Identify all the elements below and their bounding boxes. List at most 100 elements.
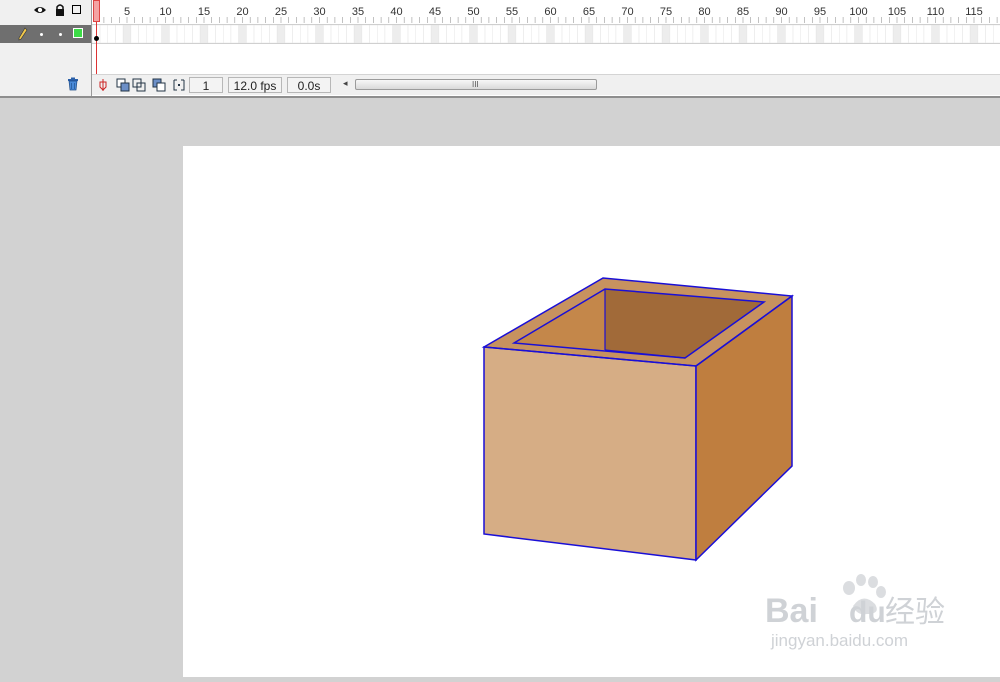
frame-cell[interactable] xyxy=(261,25,270,44)
scroll-left-arrow-icon[interactable]: ◂ xyxy=(343,78,348,89)
frame-cell[interactable] xyxy=(238,25,247,44)
layer-lock-dot[interactable] xyxy=(59,33,62,36)
frame-cell[interactable] xyxy=(785,25,794,44)
frame-cell[interactable] xyxy=(223,25,232,44)
frame-cell[interactable] xyxy=(523,25,532,44)
lock-icon[interactable] xyxy=(53,3,67,17)
frame-cell[interactable] xyxy=(407,25,416,44)
frame-cell[interactable] xyxy=(746,25,755,44)
frame-cell[interactable] xyxy=(561,25,570,44)
frame-cell[interactable] xyxy=(615,25,624,44)
frame-cell[interactable] xyxy=(138,25,147,44)
frame-cell[interactable] xyxy=(269,25,278,44)
frame-cell[interactable] xyxy=(361,25,370,44)
frame-cell[interactable] xyxy=(384,25,393,44)
frame-cell[interactable] xyxy=(423,25,432,44)
layer-visibility-dot[interactable] xyxy=(40,33,43,36)
eye-icon[interactable] xyxy=(33,3,47,17)
frame-cell[interactable] xyxy=(284,25,293,44)
frame-cell[interactable] xyxy=(969,25,979,44)
frame-cell[interactable] xyxy=(230,25,239,44)
edit-multiple-frames-icon[interactable] xyxy=(152,78,166,92)
onion-skin-outlines-icon[interactable] xyxy=(132,78,146,92)
frame-cell[interactable] xyxy=(369,25,378,44)
frame-cell[interactable] xyxy=(923,25,932,44)
frame-cell[interactable] xyxy=(492,25,501,44)
trash-icon[interactable] xyxy=(66,77,80,91)
frame-cell[interactable] xyxy=(346,25,355,44)
frame-cell[interactable] xyxy=(500,25,509,44)
frame-cell[interactable] xyxy=(977,25,986,44)
frame-cell[interactable] xyxy=(638,25,647,44)
frame-cell[interactable] xyxy=(323,25,332,44)
frame-cell[interactable] xyxy=(538,25,547,44)
onion-skin-icon[interactable] xyxy=(116,78,130,92)
frame-cell[interactable] xyxy=(107,25,116,44)
frame-cell[interactable] xyxy=(215,25,224,44)
frame-cell[interactable] xyxy=(877,25,886,44)
frame-cell[interactable] xyxy=(631,25,640,44)
frame-cell[interactable] xyxy=(677,25,686,44)
frame-cell[interactable] xyxy=(338,25,347,44)
frame-cell[interactable] xyxy=(315,25,324,44)
frame-cell[interactable] xyxy=(900,25,909,44)
timeline-scrollbar[interactable]: III xyxy=(355,79,597,90)
frame-cell[interactable] xyxy=(692,25,701,44)
frame-cell[interactable] xyxy=(477,25,486,44)
frame-cell[interactable] xyxy=(438,25,447,44)
frame-cell[interactable] xyxy=(731,25,740,44)
frame-cell[interactable] xyxy=(792,25,801,44)
frame-cell[interactable] xyxy=(176,25,186,44)
frame-cell[interactable] xyxy=(800,25,809,44)
frame-cell[interactable] xyxy=(377,25,386,44)
frame-cell[interactable] xyxy=(985,25,994,44)
scrollbar-grip[interactable]: III xyxy=(472,80,479,89)
frame-cell[interactable] xyxy=(939,25,948,44)
frame-cell[interactable] xyxy=(661,25,671,44)
frame-cell[interactable] xyxy=(122,25,132,44)
frame-cell[interactable] xyxy=(199,25,209,44)
frame-cell[interactable] xyxy=(600,25,609,44)
frame-cell[interactable] xyxy=(184,25,193,44)
frame-cell[interactable] xyxy=(353,25,363,44)
frame-rate-field[interactable]: 12.0 fps xyxy=(228,77,282,93)
frame-cell[interactable] xyxy=(885,25,894,44)
frame-cell[interactable] xyxy=(993,25,1000,44)
frame-cell[interactable] xyxy=(723,25,732,44)
frame-cell[interactable] xyxy=(839,25,848,44)
frame-cell[interactable] xyxy=(146,25,155,44)
center-frame-icon[interactable] xyxy=(96,78,110,92)
layer-outline-color[interactable] xyxy=(73,28,83,38)
frame-cell[interactable] xyxy=(400,25,409,44)
frame-cell[interactable] xyxy=(754,25,763,44)
frame-cell[interactable] xyxy=(115,25,124,44)
frame-cell[interactable] xyxy=(654,25,663,44)
frame-cell[interactable] xyxy=(823,25,832,44)
frame-cell[interactable] xyxy=(546,25,555,44)
frame-cell[interactable] xyxy=(330,25,340,44)
frame-cell[interactable] xyxy=(869,25,878,44)
frame-grid[interactable] xyxy=(92,25,1000,44)
frame-cell[interactable] xyxy=(708,25,717,44)
frame-cell[interactable] xyxy=(207,25,216,44)
frame-cell[interactable] xyxy=(430,25,440,44)
frame-cell[interactable] xyxy=(762,25,771,44)
frame-cell[interactable] xyxy=(292,25,301,44)
playhead[interactable] xyxy=(93,0,100,22)
frame-cell[interactable] xyxy=(862,25,871,44)
frame-cell[interactable] xyxy=(531,25,540,44)
frame-cell[interactable] xyxy=(192,25,201,44)
frame-cell[interactable] xyxy=(623,25,632,44)
outline-icon[interactable] xyxy=(72,5,81,14)
frame-cell[interactable] xyxy=(276,25,286,44)
frame-cell[interactable] xyxy=(469,25,478,44)
frame-cell[interactable] xyxy=(484,25,493,44)
frame-cell[interactable] xyxy=(954,25,963,44)
keyframe[interactable] xyxy=(94,36,99,41)
frame-cell[interactable] xyxy=(669,25,678,44)
frame-cell[interactable] xyxy=(815,25,825,44)
frame-cell[interactable] xyxy=(962,25,971,44)
frame-cell[interactable] xyxy=(446,25,455,44)
frame-cell[interactable] xyxy=(700,25,709,44)
frame-cell[interactable] xyxy=(846,25,855,44)
